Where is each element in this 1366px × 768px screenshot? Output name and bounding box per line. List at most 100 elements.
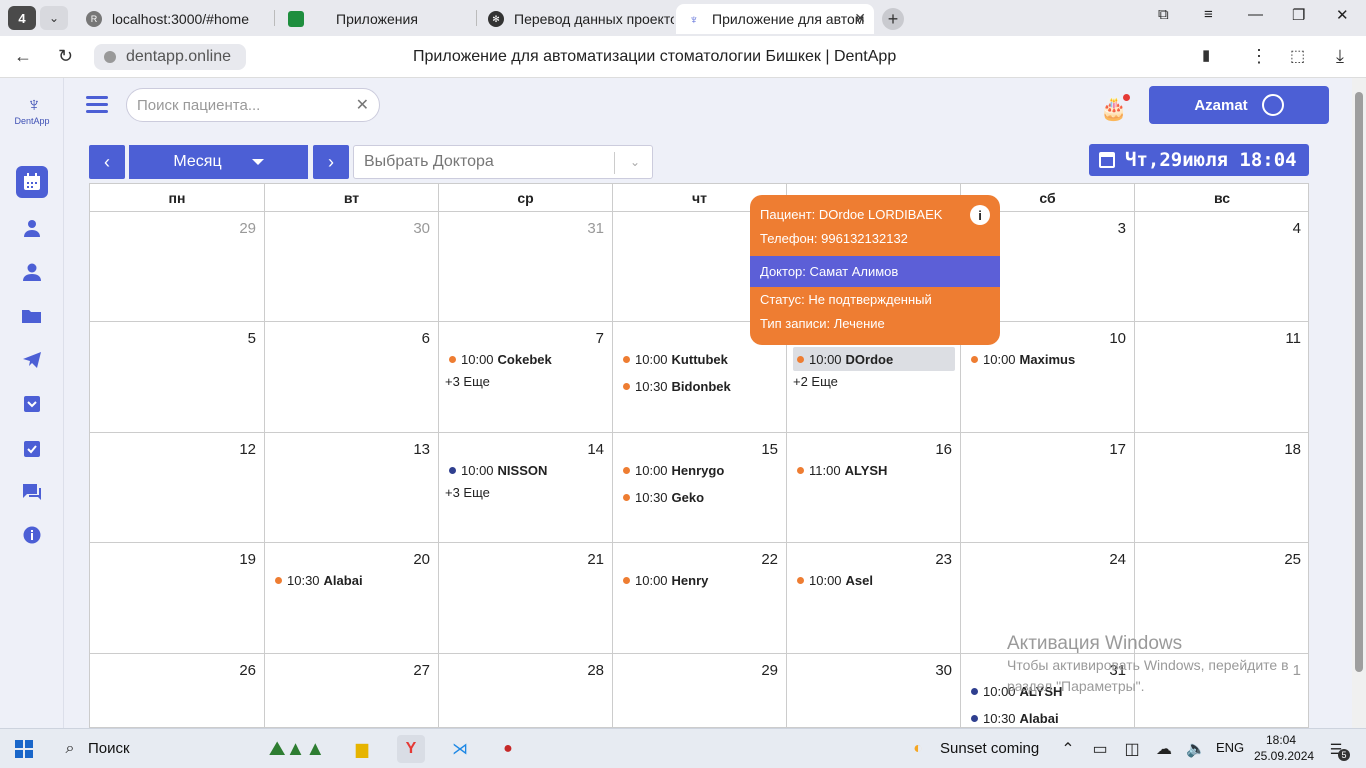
patient-icon[interactable] (16, 256, 48, 288)
doctor-icon[interactable] (16, 212, 48, 244)
calendar-day-cell[interactable]: 17 (961, 433, 1135, 543)
dentapp-logo[interactable]: ♆ DentApp (14, 94, 54, 134)
windows-start-icon[interactable] (10, 735, 38, 763)
bookmark-icon[interactable]: ▮ (1202, 46, 1210, 64)
vscode-icon[interactable]: ⋊ (446, 735, 474, 763)
chat-icon[interactable] (16, 476, 48, 508)
view-mode-dropdown[interactable]: Месяц (129, 145, 308, 179)
calendar-day-cell[interactable]: 7 10:00 Cokebek +3 Еще (439, 322, 613, 433)
calendar-day-cell[interactable]: 14 10:00 NISSON +3 Еще (439, 433, 613, 543)
info-icon[interactable] (16, 519, 48, 551)
calendar-icon[interactable] (16, 166, 48, 198)
calendar-day-cell[interactable]: 30 (265, 212, 439, 322)
calendar-day-cell[interactable]: 26 (90, 654, 265, 727)
camera-icon[interactable]: ◫ (1118, 735, 1146, 763)
tab-apps[interactable]: Приложения (278, 4, 474, 34)
info-circle-icon[interactable]: i (970, 205, 990, 225)
notifications-icon[interactable]: ☰ 5 (1322, 735, 1350, 763)
appointment-event[interactable]: 10:00 NISSON (445, 458, 607, 482)
appointment-event[interactable]: 10:30 Alabai (271, 568, 433, 592)
reload-icon[interactable]: ↻ (58, 46, 73, 67)
clear-search-icon[interactable]: ✕ (356, 95, 369, 115)
telegram-icon[interactable] (16, 344, 48, 376)
calendar-day-cell[interactable]: 21 (439, 543, 613, 654)
appointment-event[interactable]: 10:00 Maximus (967, 347, 1129, 371)
hamburger-menu-icon[interactable] (86, 96, 108, 114)
calendar-day-cell[interactable]: 18 (1135, 433, 1308, 543)
calendar-day-cell[interactable]: 13 (265, 433, 439, 543)
tab-list-dropdown-icon[interactable]: ⌄ (40, 6, 68, 30)
download-icon[interactable]: ⤓ (1336, 46, 1344, 67)
appointment-event[interactable]: 10:30 Geko (619, 485, 781, 509)
more-events-link[interactable]: +2 Еще (793, 374, 838, 389)
next-month-button[interactable]: › (313, 145, 349, 179)
calendar-day-cell[interactable]: 29 (613, 654, 787, 727)
tab-translate[interactable]: ✻ Перевод данных проекто (478, 4, 674, 34)
calendar-day-cell[interactable]: 6 (265, 322, 439, 433)
cloud-icon[interactable]: ☁ (1150, 735, 1178, 763)
patient-search-input[interactable]: Поиск пациента... ✕ (126, 88, 380, 122)
calendar-day-cell[interactable]: 22 10:00 Henry (613, 543, 787, 654)
calendar-day-cell[interactable]: 23 10:00 Asel (787, 543, 961, 654)
prev-month-button[interactable]: ‹ (89, 145, 125, 179)
folder-icon[interactable] (16, 300, 48, 332)
language-indicator[interactable]: ENG (1216, 740, 1244, 755)
calendar-day-cell[interactable]: 29 (90, 212, 265, 322)
tab-localhost[interactable]: R localhost:3000/#home (76, 4, 272, 34)
calendar-day-cell[interactable]: 5 (90, 322, 265, 433)
search-icon[interactable]: ⌕ (56, 735, 84, 763)
more-vert-icon[interactable]: ⋮ (1250, 46, 1268, 67)
calendar-day-cell[interactable]: 11 (1135, 322, 1308, 433)
back-arrow-icon[interactable]: ← (14, 46, 32, 67)
chevron-up-icon[interactable]: ⌃ (1054, 735, 1082, 763)
more-events-link[interactable]: +3 Еще (445, 485, 490, 500)
extensions-icon[interactable]: ⬚ (1290, 46, 1305, 66)
user-profile-button[interactable]: Azamat (1149, 86, 1329, 124)
appointment-event[interactable]: 10:00 Cokebek (445, 347, 607, 371)
appointment-event[interactable]: 10:30 Bidonbek (619, 374, 781, 398)
calendar-day-cell[interactable]: 4 (1135, 212, 1308, 322)
appointment-event[interactable]: 10:00 DOrdoe (793, 347, 955, 371)
new-tab-button[interactable]: + (882, 8, 904, 30)
appointment-event[interactable]: 10:00 Henrygo (619, 458, 781, 482)
appointment-event[interactable]: 10:00 Henry (619, 568, 781, 592)
taskbar-search-label[interactable]: Поиск (88, 740, 130, 757)
tab-count-button[interactable]: 4 (8, 6, 36, 30)
calendar-day-cell[interactable]: 16 11:00 ALYSH (787, 433, 961, 543)
more-events-link[interactable]: +3 Еще (445, 374, 490, 389)
menu-icon[interactable]: ≡ (1204, 6, 1213, 23)
appointment-event[interactable]: 10:30 Alabai (967, 706, 1129, 727)
file-explorer-icon[interactable]: ▆ (348, 735, 376, 763)
minimize-icon[interactable]: — (1248, 6, 1263, 23)
appointment-event[interactable]: 10:00 Kuttubek (619, 347, 781, 371)
url-field[interactable]: dentapp.online (94, 44, 246, 70)
appointment-event[interactable]: 10:00 Asel (793, 568, 955, 592)
calendar-day-cell[interactable]: 28 (439, 654, 613, 727)
inbox-icon[interactable] (16, 388, 48, 420)
weather-text[interactable]: Sunset coming (940, 740, 1039, 757)
clipboard-check-icon[interactable] (16, 432, 48, 464)
calendar-day-cell[interactable]: 27 (265, 654, 439, 727)
git-app-icon[interactable]: ● (494, 735, 522, 763)
tab-dentapp[interactable]: ♆ Приложение для автом ✕ (676, 4, 874, 34)
calendar-day-cell[interactable]: 30 (787, 654, 961, 727)
vertical-scrollbar[interactable] (1352, 78, 1366, 728)
calendar-day-cell[interactable]: 15 10:00 Henrygo 10:30 Geko (613, 433, 787, 543)
volume-icon[interactable]: 🔈 (1182, 735, 1210, 763)
calendar-day-cell[interactable]: 20 10:30 Alabai (265, 543, 439, 654)
calendar-day-cell[interactable]: 31 (439, 212, 613, 322)
doctor-select[interactable]: Выбрать Доктора ⌄ (353, 145, 653, 179)
close-window-icon[interactable]: ✕ (1336, 6, 1349, 24)
appointment-event[interactable]: 11:00 ALYSH (793, 458, 955, 482)
close-tab-icon[interactable]: ✕ (854, 10, 866, 27)
battery-icon[interactable]: ▭ (1086, 735, 1114, 763)
clock-time[interactable]: 18:04 (1266, 733, 1296, 747)
yandex-browser-icon[interactable]: Y (397, 735, 425, 763)
calendar-day-cell[interactable]: 19 (90, 543, 265, 654)
clock-date[interactable]: 25.09.2024 (1254, 749, 1314, 763)
calendar-day-cell[interactable]: 12 (90, 433, 265, 543)
birthday-cake-icon[interactable]: 🎂 (1100, 94, 1131, 122)
restore-icon[interactable]: ❐ (1292, 6, 1305, 24)
pin-window-icon[interactable]: ⧉ (1158, 6, 1169, 23)
weather-sunset-icon[interactable]: ◐ (904, 735, 932, 763)
